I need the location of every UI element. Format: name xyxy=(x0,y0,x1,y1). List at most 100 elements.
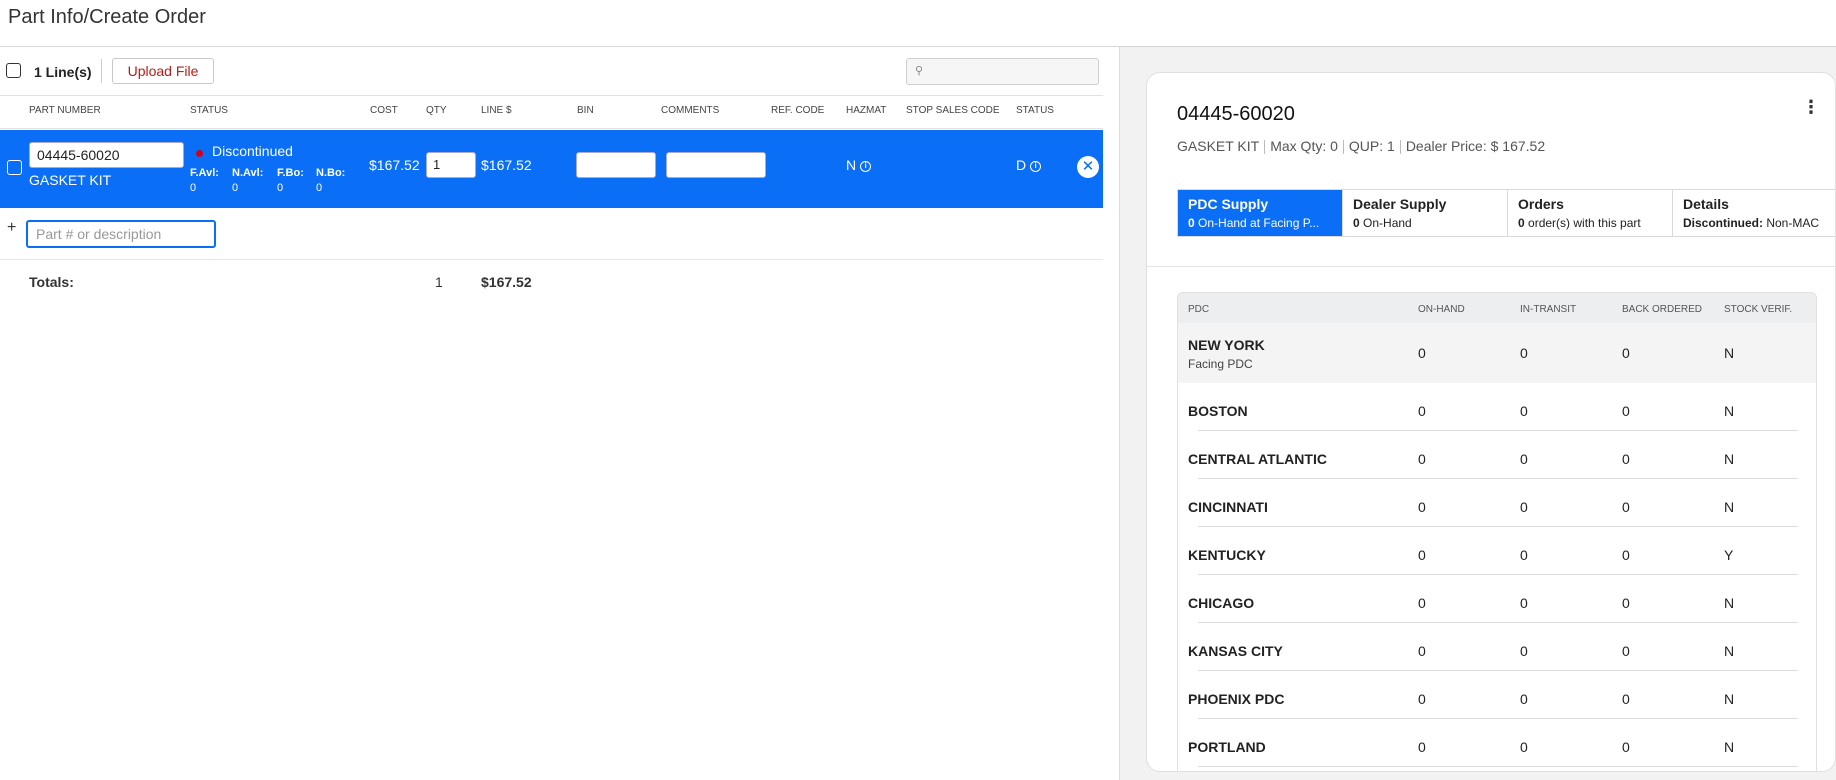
add-part-input[interactable]: Part # or description xyxy=(26,220,216,248)
pdc-back-ordered: 0 xyxy=(1622,403,1630,419)
table-row[interactable]: 04445-60020 GASKET KIT Discontinued F.Av… xyxy=(0,130,1103,208)
detail-qup: QUP: 1 xyxy=(1348,138,1395,154)
f-bo-value: 0 xyxy=(277,182,284,194)
info-icon[interactable]: i xyxy=(1030,160,1042,172)
order-toolbar: 1 Line(s) Upload File ⚲ xyxy=(0,47,1120,95)
totals-qty: 1 xyxy=(435,274,443,290)
pdc-on-hand: 0 xyxy=(1418,451,1426,467)
pdc-row: BOSTON 0 0 0 N xyxy=(1178,383,1816,431)
pdc-name: KENTUCKY xyxy=(1188,547,1266,563)
pdc-name: NEW YORK xyxy=(1188,337,1265,353)
pdc-back-ordered: 0 xyxy=(1622,643,1630,659)
pdc-on-hand: 0 xyxy=(1418,345,1426,361)
pdc-back-ordered: 0 xyxy=(1622,691,1630,707)
pdc-back-ordered: 0 xyxy=(1622,345,1630,361)
pdc-row: CHICAGO 0 0 0 N xyxy=(1178,575,1816,623)
tab-pdc-supply[interactable]: PDC Supply 0 On-Hand at Facing P... xyxy=(1178,190,1343,236)
col-status-code: STATUS xyxy=(1016,105,1054,116)
pdc-row: KANSAS CITY 0 0 0 N xyxy=(1178,623,1816,671)
pdc-row: NEW YORK Facing PDC 0 0 0 N xyxy=(1178,323,1816,383)
tab-title: PDC Supply xyxy=(1188,196,1269,212)
hazmat-text: N xyxy=(846,157,857,173)
pdc-in-transit: 0 xyxy=(1520,595,1528,611)
hazmat-value: Ni xyxy=(846,157,872,173)
n-avl-value: 0 xyxy=(232,182,239,194)
detail-part-number: 04445-60020 xyxy=(1177,103,1295,125)
pdc-on-hand: 0 xyxy=(1418,691,1426,707)
select-all-checkbox[interactable] xyxy=(6,63,21,78)
part-number-input[interactable]: 04445-60020 xyxy=(29,142,184,168)
pdc-in-transit: 0 xyxy=(1520,499,1528,515)
pdc-back-ordered: 0 xyxy=(1622,739,1630,755)
pdc-on-hand: 0 xyxy=(1418,595,1426,611)
pdc-row: PORTLAND 0 0 0 N xyxy=(1178,719,1816,767)
f-avl-label: F.Avl: xyxy=(190,167,219,179)
detail-meta: GASKET KIT Max Qty: 0 QUP: 1 Dealer Price: … xyxy=(1177,138,1546,155)
col-cost: COST xyxy=(370,105,398,116)
pdc-back-ordered: 0 xyxy=(1622,451,1630,467)
col-pdc: PDC xyxy=(1188,304,1210,315)
comments-input[interactable] xyxy=(666,152,766,178)
pdc-on-hand: 0 xyxy=(1418,643,1426,659)
upload-file-button[interactable]: Upload File xyxy=(112,58,214,84)
tab-subtitle: 0 order(s) with this part xyxy=(1518,216,1641,230)
remove-line-button[interactable]: ✕ xyxy=(1077,156,1099,178)
pdc-in-transit: 0 xyxy=(1520,643,1528,659)
qty-input[interactable]: 1 xyxy=(426,152,476,178)
totals-label: Totals: xyxy=(29,274,74,290)
detail-tabs: PDC Supply 0 On-Hand at Facing P... Deal… xyxy=(1177,189,1835,237)
more-options-icon[interactable]: ⋮ xyxy=(1802,97,1820,118)
pdc-back-ordered: 0 xyxy=(1622,547,1630,563)
n-bo-label: N.Bo: xyxy=(316,167,346,179)
pdc-on-hand: 0 xyxy=(1418,547,1426,563)
col-part-number: PART NUMBER xyxy=(29,105,101,116)
pdc-in-transit: 0 xyxy=(1520,547,1528,563)
totals-amount: $167.52 xyxy=(481,274,532,290)
tab-title: Details xyxy=(1683,196,1729,212)
col-back-ordered: BACK ORDERED xyxy=(1622,304,1703,315)
pdc-name: CENTRAL ATLANTIC xyxy=(1188,451,1327,467)
pdc-table: PDC ON-HAND IN-TRANSIT BACK ORDERED STOC… xyxy=(1177,292,1817,771)
col-stock-verif: STOCK VERIF. xyxy=(1724,304,1793,315)
tab-orders[interactable]: Orders 0 order(s) with this part xyxy=(1508,190,1673,236)
n-bo-value: 0 xyxy=(316,182,323,194)
pdc-in-transit: 0 xyxy=(1520,403,1528,419)
search-input[interactable]: ⚲ xyxy=(906,58,1099,85)
pdc-name: PHOENIX PDC xyxy=(1188,691,1285,707)
pdc-row: CENTRAL ATLANTIC 0 0 0 N xyxy=(1178,431,1816,479)
pdc-name: KANSAS CITY xyxy=(1188,643,1283,659)
pdc-table-header: PDC ON-HAND IN-TRANSIT BACK ORDERED STOC… xyxy=(1178,293,1816,323)
col-line-total: LINE $ xyxy=(481,105,512,116)
pdc-stock-verif: N xyxy=(1724,643,1735,659)
pdc-stock-verif: N xyxy=(1724,451,1735,467)
status-code-value: Di xyxy=(1016,157,1042,173)
part-status: Discontinued xyxy=(212,143,293,159)
plus-icon: + xyxy=(7,219,17,236)
status-dot-icon xyxy=(196,150,203,157)
col-comments: COMMENTS xyxy=(661,105,720,116)
detail-dealer-price: Dealer Price: $ 167.52 xyxy=(1405,138,1546,154)
pdc-in-transit: 0 xyxy=(1520,739,1528,755)
tab-dealer-supply[interactable]: Dealer Supply 0 On-Hand xyxy=(1343,190,1508,236)
pdc-name: BOSTON xyxy=(1188,403,1248,419)
line-total-value: $167.52 xyxy=(481,157,532,173)
bin-input[interactable] xyxy=(576,152,656,178)
pdc-subtitle: Facing PDC xyxy=(1188,357,1253,371)
tab-details[interactable]: Details Discontinued: Non-MAC xyxy=(1673,190,1835,236)
pdc-on-hand: 0 xyxy=(1418,403,1426,419)
row-checkbox[interactable] xyxy=(7,160,22,175)
pdc-stock-verif: N xyxy=(1724,739,1735,755)
tab-subtitle: 0 On-Hand at Facing P... xyxy=(1188,216,1320,230)
pdc-stock-verif: N xyxy=(1724,595,1735,611)
page-title: Part Info/Create Order xyxy=(8,6,206,28)
card-divider xyxy=(1147,266,1835,267)
part-description: GASKET KIT xyxy=(29,172,112,188)
info-icon[interactable]: i xyxy=(860,160,872,172)
search-icon: ⚲ xyxy=(915,65,924,77)
col-bin: BIN xyxy=(577,105,594,116)
pdc-in-transit: 0 xyxy=(1520,451,1528,467)
col-on-hand: ON-HAND xyxy=(1418,304,1465,315)
pdc-stock-verif: N xyxy=(1724,403,1735,419)
order-lines-pane: 1 Line(s) Upload File ⚲ PART NUMBER STAT… xyxy=(0,47,1120,780)
detail-max-qty: Max Qty: 0 xyxy=(1270,138,1338,154)
